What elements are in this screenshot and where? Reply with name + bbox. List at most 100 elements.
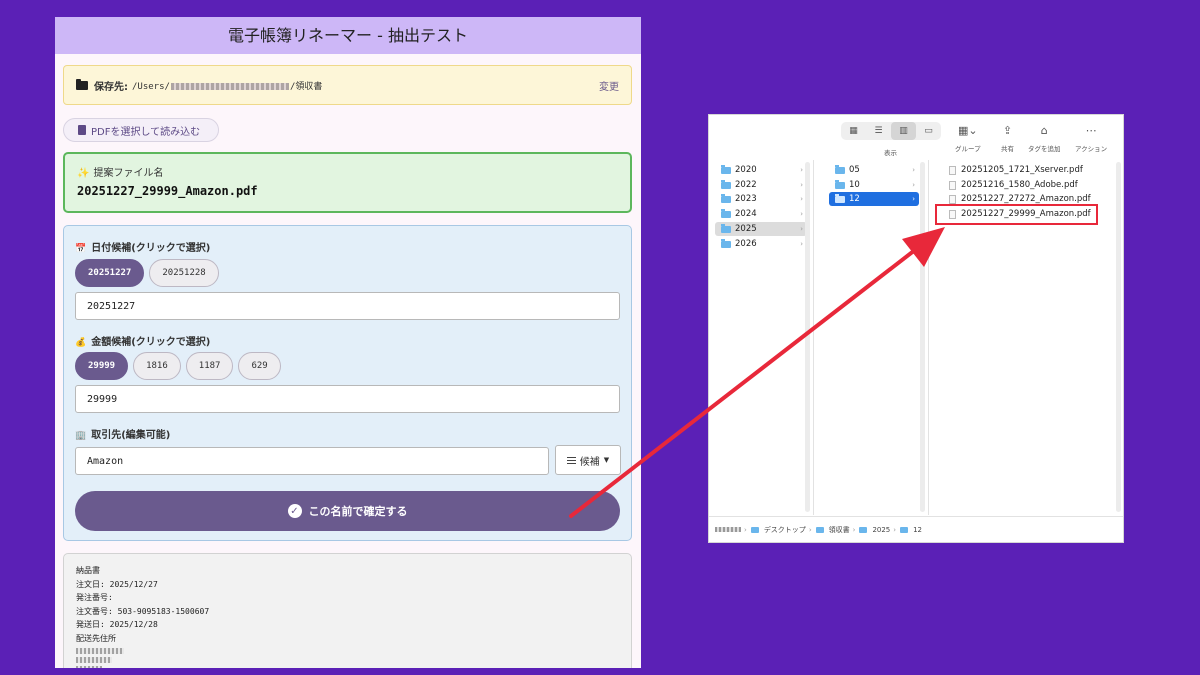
folder-icon: [835, 179, 845, 189]
folder-icon: [835, 164, 845, 174]
view-label: 表示: [884, 149, 897, 157]
pdf-file-icon: [949, 194, 956, 204]
scrollbar[interactable]: [920, 162, 925, 512]
date-candidate-pills: 20251227 20251228: [75, 259, 219, 287]
renamer-app-window: 電子帳簿リネーマー - 抽出テスト 保存先: /Users//領収書 変更 PD…: [55, 17, 641, 668]
tag-icon: ⌂: [1040, 123, 1048, 137]
date-pill[interactable]: 20251227: [75, 259, 145, 287]
vendor-candidates-dropdown[interactable]: 候補 ▼: [555, 445, 621, 475]
save-location-path: /Users//領収書: [132, 81, 323, 92]
finder-column-months: 05 › 10 › 12 ›: [823, 160, 929, 515]
text-line: 発送日: 2025/12/28: [76, 620, 158, 629]
path-item[interactable]: 12: [913, 526, 922, 534]
app-title: 電子帳簿リネーマー - 抽出テスト: [55, 17, 641, 54]
view-mode-switcher[interactable]: ▦ ☰ ▥ ▭: [841, 122, 941, 140]
list-view-icon[interactable]: ☰: [866, 122, 891, 140]
share-button[interactable]: ⇪ 共有: [1001, 121, 1014, 154]
folder-icon: [721, 164, 731, 174]
folder-icon: [721, 179, 731, 189]
share-icon: ⇪: [1002, 123, 1013, 137]
text-line: 配送先住所: [76, 633, 116, 643]
path-item[interactable]: 2025: [872, 526, 890, 534]
text-line: 注文日: 2025/12/27: [76, 579, 158, 589]
vendor-input[interactable]: Amazon: [75, 447, 549, 475]
add-tag-button[interactable]: ⌂ タグを追加: [1028, 121, 1061, 154]
folder-icon: [721, 238, 731, 248]
action-button[interactable]: ⋯ アクション: [1075, 121, 1107, 154]
amount-pill[interactable]: 1816: [133, 352, 181, 380]
sparkle-icon: ✨: [77, 168, 90, 179]
check-circle-icon: ✓: [287, 504, 302, 518]
finder-folder-row[interactable]: 2022 ›: [715, 178, 807, 192]
redacted-path: [715, 527, 741, 532]
finder-folder-row[interactable]: 2024 ›: [715, 207, 807, 221]
finder-file-row[interactable]: 20251205_1721_Xserver.pdf: [943, 163, 1083, 177]
amount-pill[interactable]: 29999: [75, 352, 129, 380]
scrollbar[interactable]: [1116, 162, 1121, 512]
finder-window: ▦ ☰ ▥ ▭ 表示 ▦⌄ グループ ⇪ 共有 ⌂ タグを追加 ⋯ アクション …: [708, 114, 1124, 543]
highlight-box: [935, 204, 1098, 225]
vendor-candidates-label: 候補: [579, 456, 600, 468]
finder-folder-row[interactable]: 2023 ›: [715, 192, 807, 206]
date-pill[interactable]: 20251228: [149, 259, 219, 287]
column-view-icon[interactable]: ▥: [891, 122, 916, 140]
folder-icon: [835, 193, 845, 203]
finder-folder-row-selected[interactable]: 12 ›: [829, 192, 919, 206]
amount-candidate-pills: 29999 1816 1187 629: [75, 352, 281, 380]
finder-folder-row[interactable]: 2020 ›: [715, 163, 807, 177]
confirm-name-button[interactable]: ✓ この名前で確定する: [75, 491, 620, 531]
folder-icon: [721, 193, 731, 203]
text-line: 納品書: [76, 566, 100, 575]
extracted-text-box: 納品書 注文日: 2025/12/27 発注番号: 注文番号: 503-9095…: [63, 553, 632, 668]
icon-view-icon[interactable]: ▦: [841, 122, 866, 140]
vendor-heading: 🏢 取引先(編集可能): [75, 430, 171, 441]
folder-icon: [76, 78, 88, 90]
amount-pill[interactable]: 1187: [185, 352, 234, 380]
amount-input[interactable]: 29999: [75, 385, 620, 413]
finder-folder-row[interactable]: 05 ›: [829, 163, 919, 177]
select-pdf-button[interactable]: PDFを選択して読み込む: [63, 118, 219, 142]
path-item[interactable]: デスクトップ: [764, 525, 806, 535]
folder-icon: [721, 223, 731, 233]
finder-folder-row[interactable]: 2026 ›: [715, 237, 807, 251]
select-pdf-label: PDFを選択して読み込む: [91, 126, 201, 138]
finder-folder-row-selected[interactable]: 2025 ›: [715, 222, 807, 236]
suggested-filename-box: ✨ 提案ファイル名 20251227_29999_Amazon.pdf: [63, 152, 632, 213]
folder-icon: [815, 526, 824, 533]
finder-file-row[interactable]: 20251216_1580_Adobe.pdf: [943, 178, 1078, 192]
date-input[interactable]: 20251227: [75, 292, 620, 320]
path-item[interactable]: 領収書: [829, 525, 850, 535]
finder-toolbar: ▦ ☰ ▥ ▭ 表示 ▦⌄ グループ ⇪ 共有 ⌂ タグを追加 ⋯ アクション: [709, 115, 1123, 158]
money-bag-icon: 💰: [75, 338, 87, 348]
date-candidates-heading: 📅 日付候補(クリックで選択): [75, 243, 211, 254]
amount-pill[interactable]: 629: [238, 352, 281, 380]
group-button[interactable]: ▦⌄ グループ: [955, 121, 981, 154]
redacted-text: [76, 657, 112, 663]
caret-down-icon: ▼: [603, 456, 610, 464]
suggested-filename: 20251227_29999_Amazon.pdf: [77, 184, 258, 198]
change-location-button[interactable]: 変更: [599, 78, 619, 93]
folder-icon: [900, 526, 909, 533]
redacted-text: [76, 648, 124, 654]
redacted-text: [76, 666, 102, 668]
finder-path-bar: › デスクトップ › 領収書 › 2025 › 12: [709, 516, 1123, 542]
scrollbar[interactable]: [805, 162, 810, 512]
gallery-view-icon[interactable]: ▭: [916, 122, 941, 140]
folder-icon: [859, 526, 868, 533]
ellipsis-icon: ⋯: [1085, 123, 1097, 137]
building-icon: 🏢: [75, 431, 87, 441]
text-line: 注文番号: 503-9095183-1500607: [76, 606, 210, 616]
suggested-filename-caption: ✨ 提案ファイル名: [77, 168, 164, 179]
candidates-panel: 📅 日付候補(クリックで選択) 20251227 20251228 2025122…: [63, 225, 632, 541]
confirm-name-label: この名前で確定する: [308, 505, 408, 518]
save-location-label: 保存先:: [94, 81, 128, 93]
finder-folder-row[interactable]: 10 ›: [829, 178, 919, 192]
group-icon: ▦⌄: [958, 123, 978, 137]
text-line: 発注番号:: [76, 593, 113, 602]
amount-candidates-heading: 💰 金額候補(クリックで選択): [75, 337, 211, 348]
list-icon: [566, 456, 576, 464]
pdf-file-icon: [949, 165, 956, 175]
pdf-file-icon: [949, 180, 956, 190]
calendar-icon: 📅: [75, 244, 87, 254]
document-icon: [78, 125, 86, 135]
